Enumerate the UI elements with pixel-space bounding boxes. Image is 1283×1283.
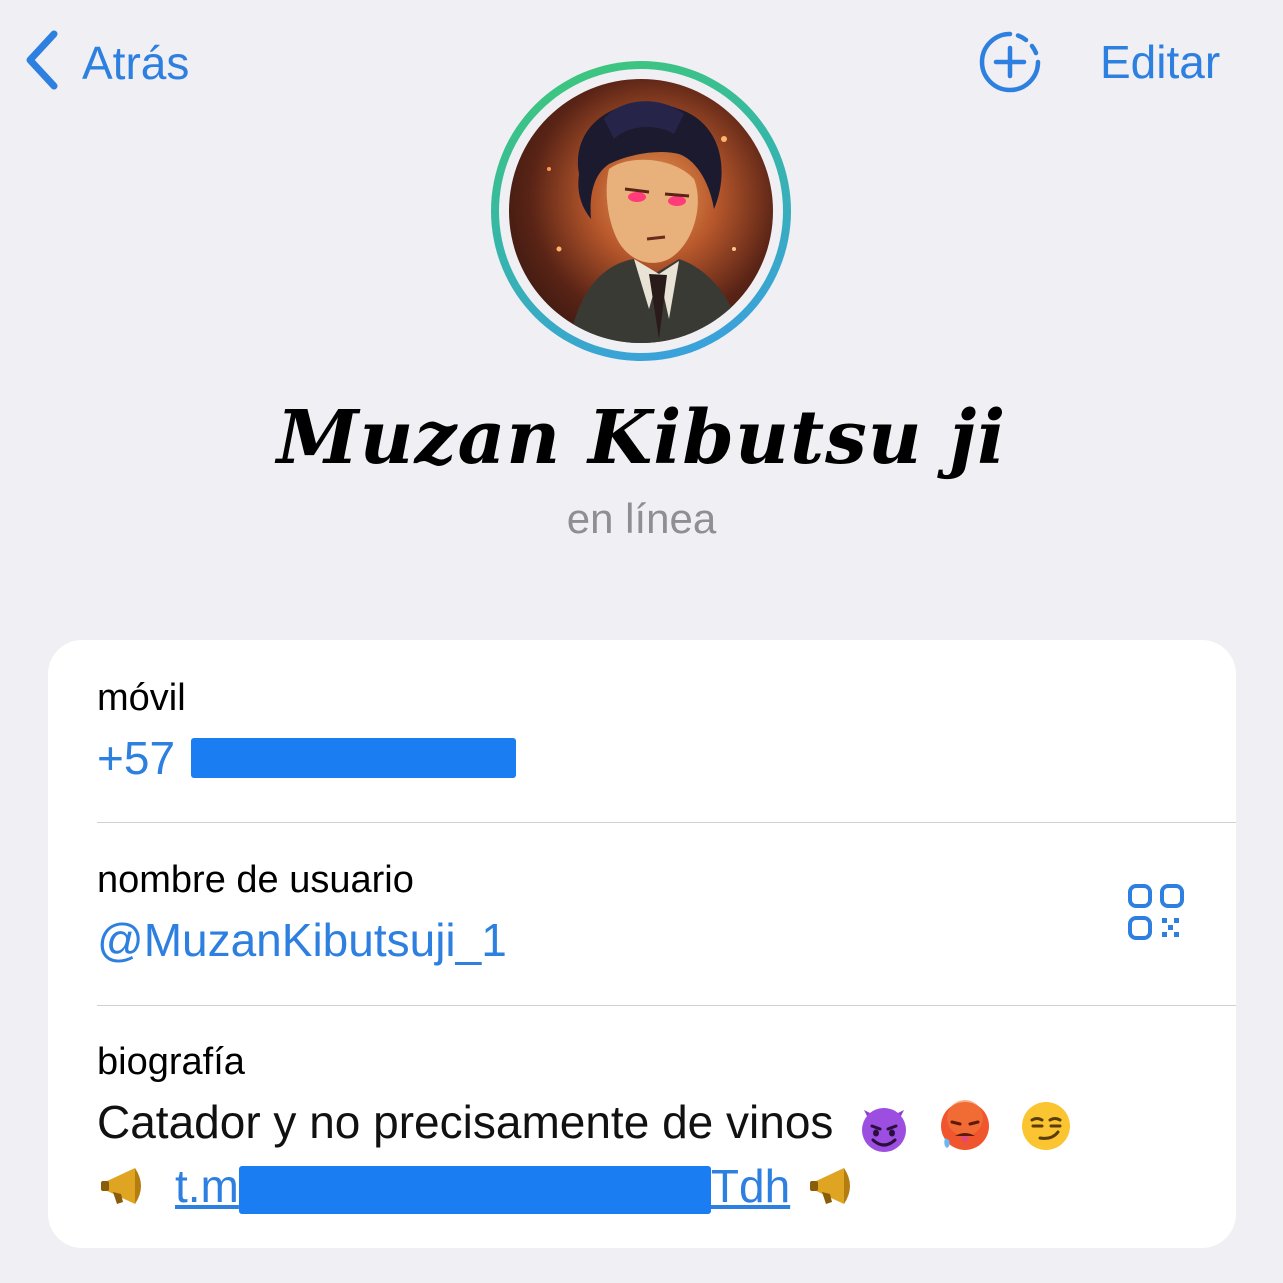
username-label: nombre de usuario xyxy=(97,859,414,901)
link-redaction xyxy=(238,1165,711,1214)
profile-screen: Atrás Editar Muzan Kibutsu ji en línea m… xyxy=(0,0,1283,1283)
megaphone-emoji xyxy=(806,1156,866,1216)
hot-face-emoji xyxy=(935,1096,995,1156)
qr-code-icon xyxy=(1128,884,1184,940)
bio-link[interactable]: t.m Tdh xyxy=(175,1156,790,1216)
back-label: Atrás xyxy=(82,36,190,89)
username-value[interactable]: @MuzanKibutsuji_1 xyxy=(97,912,1236,968)
bio-link-start: t.m xyxy=(175,1159,239,1212)
divider xyxy=(97,1005,1236,1006)
divider xyxy=(97,822,1236,823)
bio-row: biografía Catador y no precisamente de v… xyxy=(97,1040,1236,1216)
bio-line-1: Catador y no precisamente de vinos xyxy=(97,1092,1236,1156)
bio-link-end: Tdh xyxy=(710,1159,791,1212)
bio-text: Catador y no precisamente de vinos xyxy=(97,1096,834,1148)
info-card: móvil +57 nombre de usuario @MuzanKibuts… xyxy=(48,640,1236,1248)
back-button[interactable]: Atrás xyxy=(22,28,189,97)
smirking-face-emoji xyxy=(1016,1096,1076,1156)
phone-label: móvil xyxy=(97,677,186,719)
avatar-story-ring[interactable] xyxy=(491,61,791,361)
phone-redaction xyxy=(191,738,517,778)
phone-prefix: +57 xyxy=(97,732,176,784)
qr-code-button[interactable] xyxy=(1126,882,1188,944)
smiling-devil-emoji xyxy=(854,1096,914,1156)
edit-button[interactable]: Editar xyxy=(1100,30,1220,94)
online-status: en línea xyxy=(566,495,717,542)
phone-row[interactable]: móvil +57 xyxy=(97,676,1236,786)
avatar-image xyxy=(547,101,744,343)
profile-name: Muzan Kibutsu ji xyxy=(276,395,1007,481)
bio-line-2: t.m Tdh xyxy=(97,1156,1236,1216)
add-story-button[interactable] xyxy=(978,30,1042,94)
username-row[interactable]: nombre de usuario @MuzanKibutsuji_1 xyxy=(97,858,1236,968)
megaphone-emoji xyxy=(97,1156,157,1216)
bio-label: biografía xyxy=(97,1041,245,1083)
phone-value[interactable]: +57 xyxy=(97,730,1236,786)
avatar xyxy=(509,79,773,343)
add-story-icon xyxy=(979,31,1041,93)
chevron-left-icon xyxy=(22,28,62,97)
